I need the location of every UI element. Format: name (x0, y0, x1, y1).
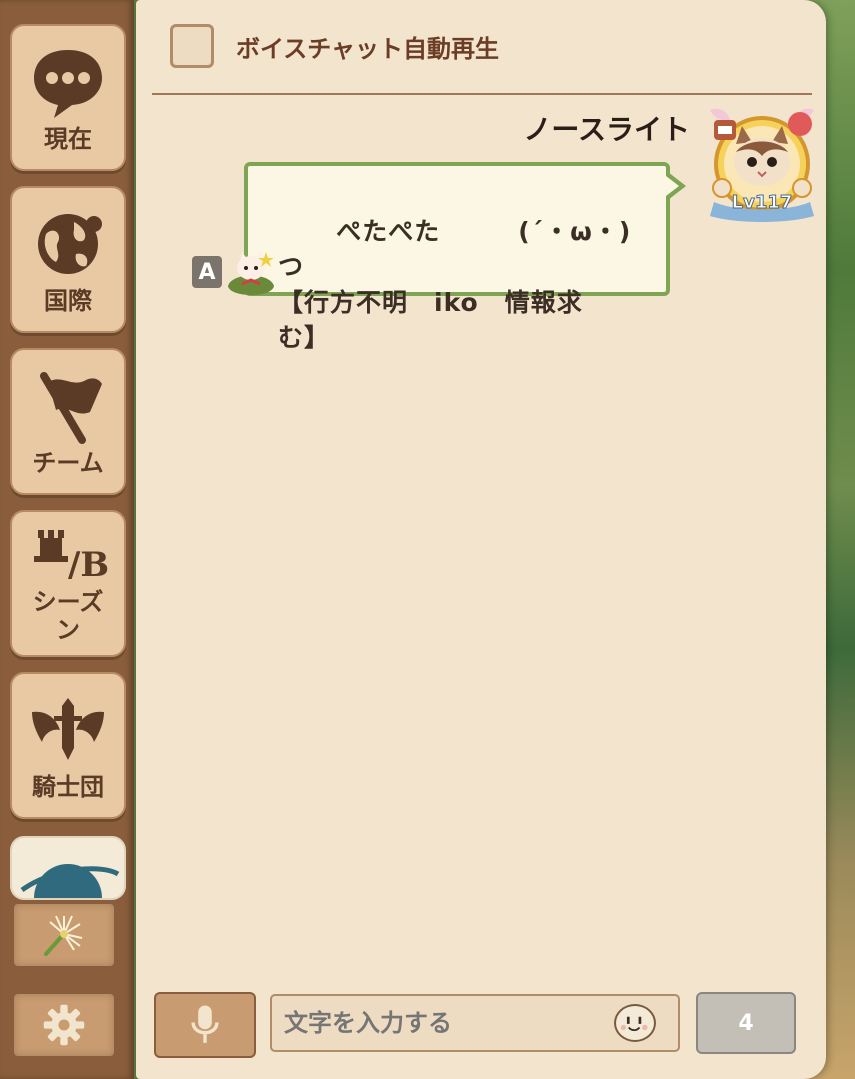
voice-input-button[interactable] (154, 992, 256, 1058)
tab-team-label: チーム (32, 448, 104, 477)
flag-icon (40, 371, 102, 444)
message-sender-name: ノースライト (523, 113, 690, 146)
dandelion-button[interactable] (12, 902, 116, 968)
speech-bubble-icon (34, 49, 102, 118)
tab-season[interactable]: /B シーズン (10, 510, 126, 657)
globe-icon (38, 213, 102, 274)
tab-current[interactable]: 現在 (10, 24, 126, 171)
message-text: ぺたぺた (´・ω・)つ 【行方不明 iko 情報求 む】 (278, 216, 632, 353)
tab-international[interactable]: 国際 (10, 186, 126, 333)
player-level: Lv117 (732, 192, 793, 213)
voice-autoplay-row: ボイスチャット自動再生 (170, 24, 499, 68)
header-divider (152, 93, 812, 95)
player-avatar[interactable]: Lv117 (706, 104, 818, 222)
microphone-icon (191, 1005, 219, 1043)
svg-text:/B: /B (68, 545, 108, 585)
send-button[interactable]: 4 (696, 992, 796, 1054)
voice-autoplay-label: ボイスチャット自動再生 (236, 34, 500, 63)
translate-badge[interactable]: A (192, 256, 222, 288)
tab-team[interactable]: チーム (10, 348, 126, 495)
cat-frame-sticker-icon (228, 252, 274, 295)
message-bubble[interactable]: ぺたぺた (´・ω・)つ 【行方不明 iko 情報求 む】 (244, 162, 670, 352)
smiley-face-icon (620, 1016, 648, 1032)
tab-international-label: 国際 (44, 286, 92, 315)
tab-season-label: シーズン (32, 587, 104, 644)
tab-knights-label: 騎士団 (32, 772, 104, 801)
gear-icon (43, 1004, 85, 1046)
dandelion-icon (44, 915, 83, 956)
chat-panel: ボイスチャット自動再生 ノースライト Lv117 ぺたぺた (´・ω・)つ 【行… (136, 0, 826, 1079)
emoji-button[interactable] (614, 1004, 656, 1042)
bubble-tail-inner (666, 176, 679, 196)
tab-current-label: 現在 (44, 124, 92, 153)
channel-sidebar: 現在 国際 チーム /B シーズン 騎士団 (0, 0, 134, 1079)
season-rank-icon: /B (34, 529, 108, 585)
tab-knights[interactable]: 騎士団 (10, 672, 126, 819)
knight-emblem-icon (32, 697, 104, 760)
tab-planet[interactable] (10, 836, 126, 900)
voice-autoplay-checkbox[interactable] (170, 24, 214, 68)
planet-icon (20, 864, 120, 898)
settings-button[interactable] (12, 992, 116, 1058)
